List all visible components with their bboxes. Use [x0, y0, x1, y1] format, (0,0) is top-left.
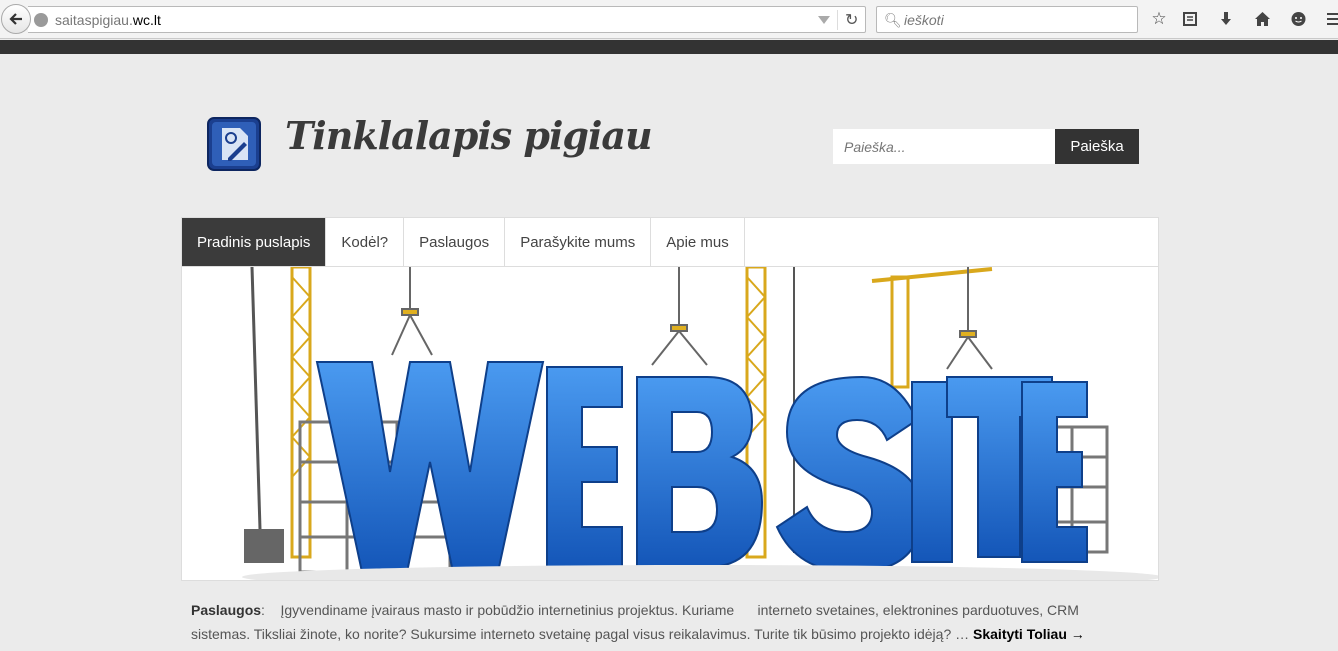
back-arrow-icon [9, 13, 22, 25]
site-title[interactable]: Tinklalapis pigiau [285, 113, 653, 158]
hero-banner [181, 266, 1159, 581]
nav-item-about[interactable]: Apie mus [651, 218, 745, 266]
browser-search-input[interactable]: 🔍︎ ieškoti [876, 6, 1138, 33]
site-search-input[interactable] [833, 129, 1055, 164]
read-more-link[interactable]: Skaityti Toliau → [973, 626, 1085, 642]
nav-item-home[interactable]: Pradinis puslapis [182, 218, 327, 266]
globe-icon [34, 13, 48, 27]
url-text: saitaspigiau.wc.lt [55, 12, 161, 28]
menu-icon[interactable] [1323, 8, 1338, 30]
nav-item-contact[interactable]: Parašykite mums [505, 218, 652, 266]
website-letters [315, 361, 1088, 574]
excerpt-label: Paslaugos [191, 602, 262, 618]
browser-search-placeholder: ieškoti [904, 12, 944, 28]
browser-toolbar: saitaspigiau.wc.lt ↻ 🔍︎ ieškoti ☆ [0, 0, 1338, 39]
reload-icon[interactable]: ↻ [845, 10, 858, 30]
download-icon[interactable] [1215, 8, 1237, 30]
nav-item-services[interactable]: Paslaugos [404, 218, 506, 266]
chat-icon[interactable] [1287, 8, 1309, 30]
home-icon[interactable] [1251, 8, 1273, 30]
url-separator [837, 10, 838, 30]
back-button[interactable] [1, 4, 31, 34]
excerpt-text: Įgyvendiname įvairaus masto ir pobūdžio … [191, 602, 1083, 642]
main-nav: Pradinis puslapis Kodėl? Paslaugos Paraš… [181, 217, 1159, 267]
address-bar[interactable]: saitaspigiau.wc.lt ↻ [28, 6, 866, 33]
site-search-button[interactable]: Paieška [1055, 129, 1139, 164]
services-excerpt: Paslaugos: Įgyvendiname įvairaus masto i… [191, 602, 1085, 642]
history-dropdown-icon[interactable] [818, 16, 830, 24]
site-logo-icon[interactable] [204, 114, 264, 174]
nav-item-why[interactable]: Kodėl? [326, 218, 405, 266]
bookmark-star-icon[interactable]: ☆ [1148, 8, 1170, 30]
reading-list-icon[interactable] [1179, 8, 1201, 30]
website-construction-illustration [242, 267, 1158, 580]
page-top-band [0, 40, 1338, 54]
magnifier-icon: 🔍︎ [884, 12, 902, 28]
crane-hooks [391, 267, 993, 370]
